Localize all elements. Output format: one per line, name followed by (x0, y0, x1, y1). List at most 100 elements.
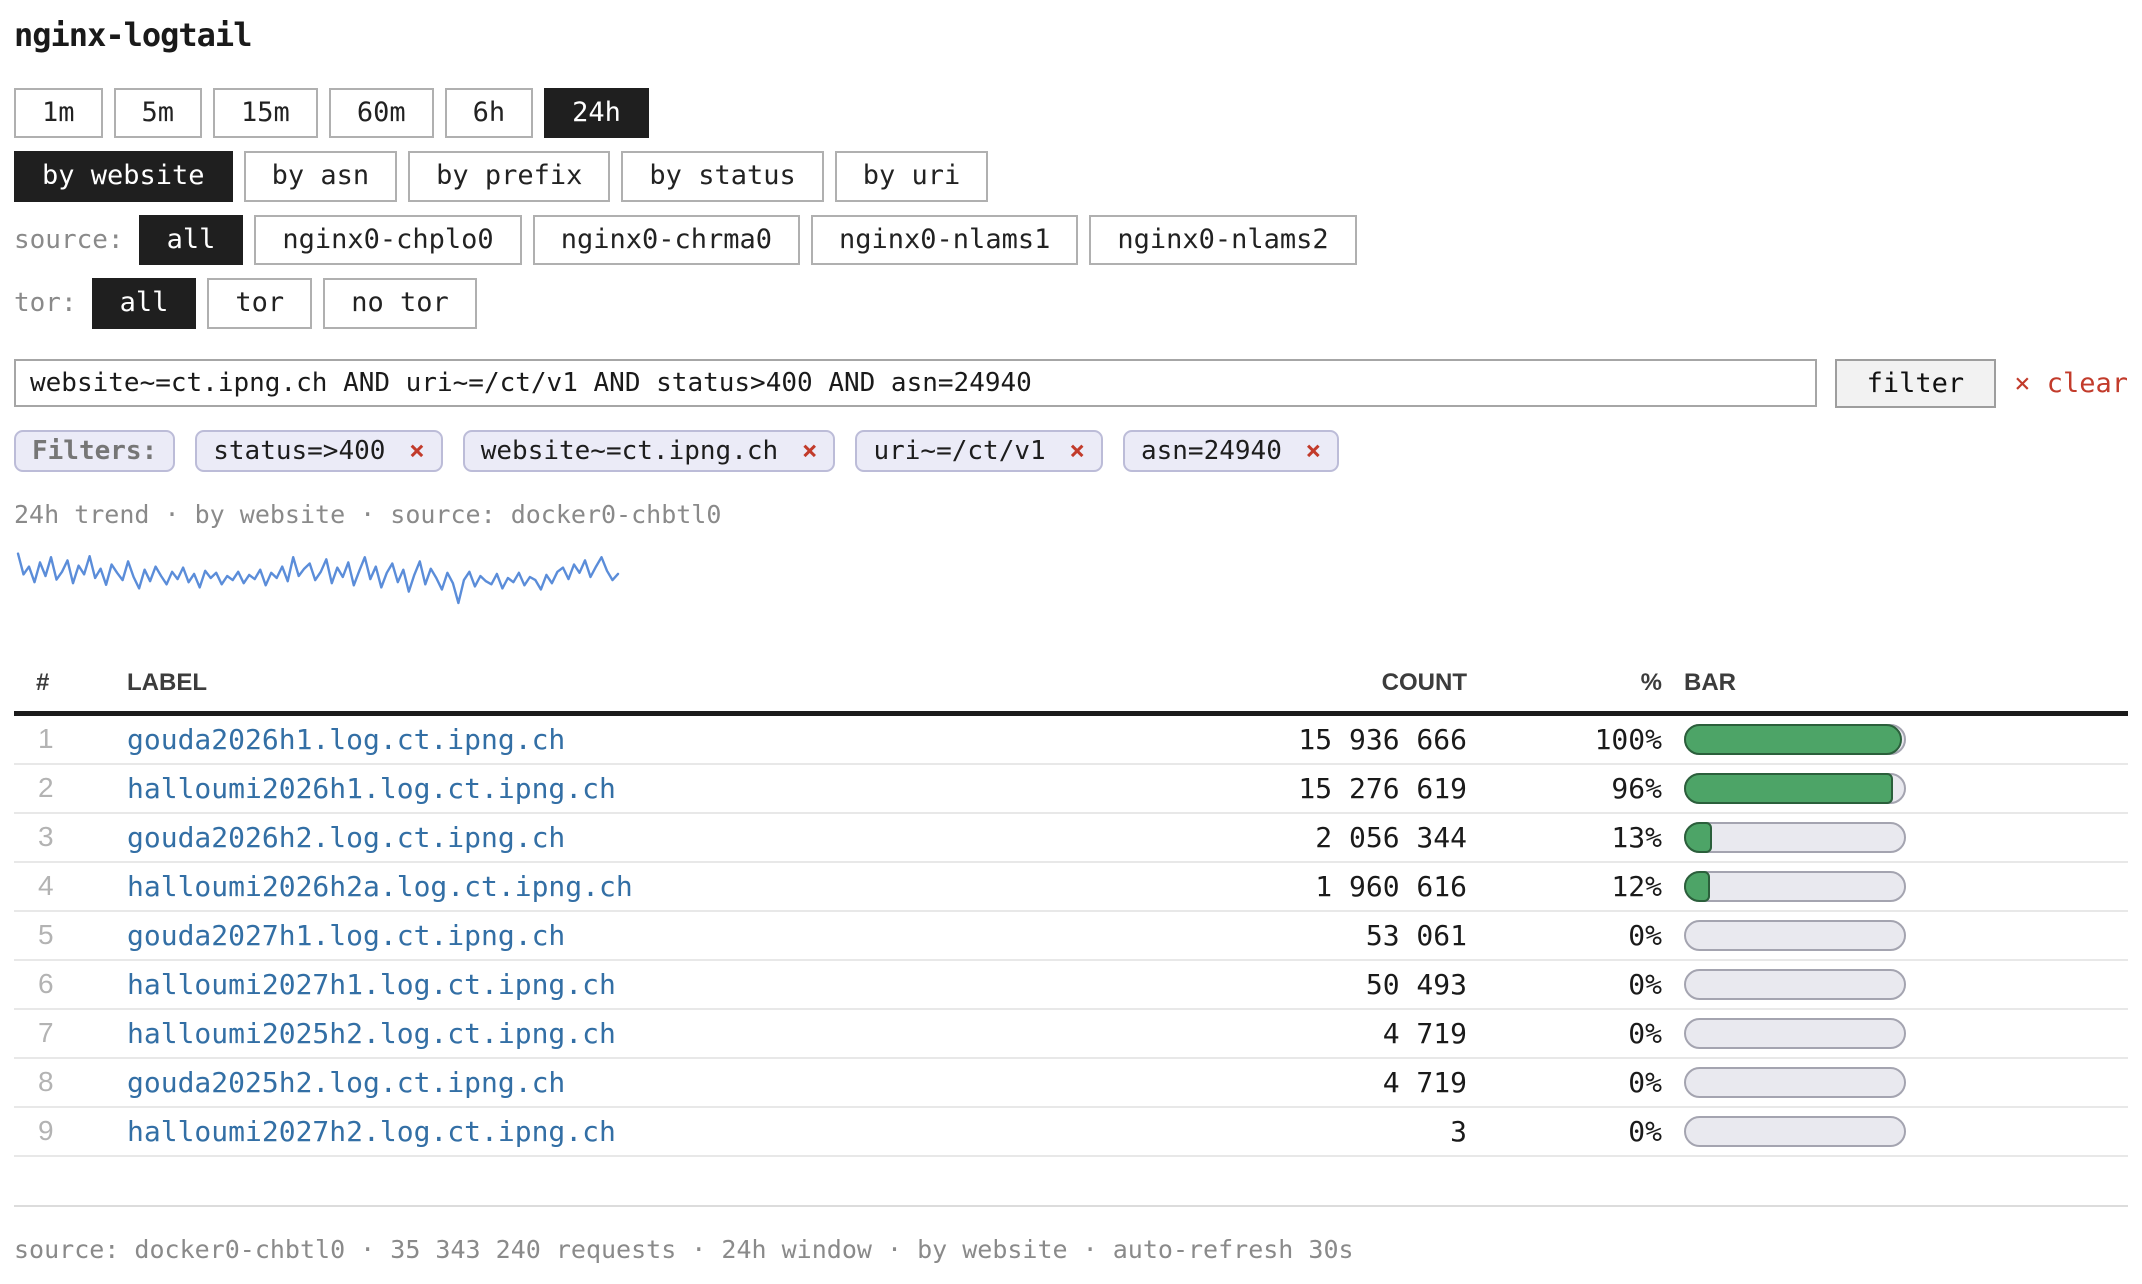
active-filters-row: Filters: status=>400 × website~=ct.ipng.c… (14, 430, 2128, 472)
remove-chip-icon[interactable]: × (1069, 436, 1085, 466)
row-percent: 0% (1467, 960, 1662, 1009)
col-header-label: LABEL (127, 659, 1137, 714)
row-percent: 12% (1467, 862, 1662, 911)
row-label-link[interactable]: halloumi2027h1.log.ct.ipng.ch (127, 968, 616, 1001)
col-header-count: COUNT (1137, 659, 1467, 714)
table-header-row: # LABEL COUNT % BAR (14, 659, 2128, 714)
status-footer: source: docker0-chbtl0 · 35 343 240 requ… (14, 1235, 2128, 1264)
source-all[interactable]: all (139, 215, 244, 265)
col-header-bar: BAR (1662, 659, 2128, 714)
time-range-15m[interactable]: 15m (213, 88, 318, 138)
row-rank: 1 (14, 713, 127, 764)
top-labels-table: # LABEL COUNT % BAR 1gouda2026h1.log.ct.… (14, 659, 2128, 1157)
table-row: 1gouda2026h1.log.ct.ipng.ch 15 936 666100… (14, 713, 2128, 764)
table-row: 3gouda2026h2.log.ct.ipng.ch 2 056 34413% (14, 813, 2128, 862)
tor-tor[interactable]: tor (207, 278, 312, 328)
tor-filter-group: tor: alltorno tor (14, 278, 2128, 328)
row-label-link[interactable]: gouda2026h2.log.ct.ipng.ch (127, 821, 565, 854)
col-header-pct: % (1467, 659, 1662, 714)
usage-bar (1684, 822, 1906, 853)
table-row: 7halloumi2025h2.log.ct.ipng.ch 4 7190% (14, 1009, 2128, 1058)
row-label-link[interactable]: halloumi2025h2.log.ct.ipng.ch (127, 1017, 616, 1050)
row-count: 15 936 666 (1137, 713, 1467, 764)
time-range-6h[interactable]: 6h (445, 88, 534, 138)
group-by-by-asn[interactable]: by asn (244, 151, 398, 201)
filter-bar: filter × clear (14, 359, 2128, 408)
page-title: nginx-logtail (14, 16, 2128, 54)
row-count: 4 719 (1137, 1058, 1467, 1107)
usage-bar-fill (1684, 871, 1710, 902)
row-rank: 9 (14, 1107, 127, 1156)
source-nginx0-nlams2[interactable]: nginx0-nlams2 (1089, 215, 1356, 265)
row-count: 50 493 (1137, 960, 1467, 1009)
remove-chip-icon[interactable]: × (409, 436, 425, 466)
clear-filter-link[interactable]: × clear (2014, 359, 2128, 408)
usage-bar-fill (1684, 773, 1893, 804)
trend-caption: 24h trend · by website · source: docker0… (14, 500, 2128, 529)
row-label-link[interactable]: halloumi2026h1.log.ct.ipng.ch (127, 772, 616, 805)
nginx-logtail-app: nginx-logtail 1m5m15m60m6h24h by website… (0, 0, 2142, 1284)
row-rank: 3 (14, 813, 127, 862)
row-count: 3 (1137, 1107, 1467, 1156)
row-rank: 8 (14, 1058, 127, 1107)
group-by-by-status[interactable]: by status (621, 151, 823, 201)
usage-bar-fill (1684, 724, 1902, 755)
usage-bar (1684, 1116, 1906, 1147)
table-row: 8gouda2025h2.log.ct.ipng.ch 4 7190% (14, 1058, 2128, 1107)
row-count: 53 061 (1137, 911, 1467, 960)
time-range-60m[interactable]: 60m (329, 88, 434, 138)
time-range-group: 1m5m15m60m6h24h (14, 88, 2128, 138)
filter-chip-uri-ct-v1: uri~=/ct/v1 × (855, 430, 1103, 472)
row-percent: 0% (1467, 1058, 1662, 1107)
row-percent: 100% (1467, 713, 1662, 764)
tor-all[interactable]: all (92, 278, 197, 328)
table-row: 6halloumi2027h1.log.ct.ipng.ch50 4930% (14, 960, 2128, 1009)
table-row: 9halloumi2027h2.log.ct.ipng.ch 30% (14, 1107, 2128, 1156)
row-label-link[interactable]: gouda2027h1.log.ct.ipng.ch (127, 919, 565, 952)
filter-chip-asn-24940: asn=24940 × (1123, 430, 1339, 472)
group-by-by-prefix[interactable]: by prefix (408, 151, 610, 201)
filter-chip-status-400: status=>400 × (195, 430, 443, 472)
tor-no-tor[interactable]: no tor (323, 278, 477, 328)
filter-button[interactable]: filter (1835, 359, 1997, 408)
usage-bar (1684, 871, 1906, 902)
filter-chip-website-ct-ipng-ch: website~=ct.ipng.ch × (463, 430, 836, 472)
row-percent: 0% (1467, 1107, 1662, 1156)
trend-sparkline (14, 541, 622, 611)
row-rank: 7 (14, 1009, 127, 1058)
usage-bar (1684, 724, 1906, 755)
source-nginx0-chplo0[interactable]: nginx0-chplo0 (254, 215, 521, 265)
row-rank: 5 (14, 911, 127, 960)
remove-chip-icon[interactable]: × (802, 436, 818, 466)
source-nginx0-chrma0[interactable]: nginx0-chrma0 (533, 215, 800, 265)
row-percent: 0% (1467, 1009, 1662, 1058)
row-percent: 13% (1467, 813, 1662, 862)
usage-bar (1684, 773, 1906, 804)
footer-divider (14, 1205, 2128, 1207)
filter-query-input[interactable] (14, 359, 1817, 407)
usage-bar (1684, 1067, 1906, 1098)
row-count: 15 276 619 (1137, 764, 1467, 813)
time-range-24h[interactable]: 24h (544, 88, 649, 138)
row-percent: 0% (1467, 911, 1662, 960)
row-count: 2 056 344 (1137, 813, 1467, 862)
row-label-link[interactable]: halloumi2026h2a.log.ct.ipng.ch (127, 870, 633, 903)
time-range-5m[interactable]: 5m (114, 88, 203, 138)
row-label-link[interactable]: halloumi2027h2.log.ct.ipng.ch (127, 1115, 616, 1148)
usage-bar (1684, 969, 1906, 1000)
table-row: 5gouda2027h1.log.ct.ipng.ch 53 0610% (14, 911, 2128, 960)
row-percent: 96% (1467, 764, 1662, 813)
usage-bar-fill (1684, 822, 1712, 853)
row-count: 4 719 (1137, 1009, 1467, 1058)
row-label-link[interactable]: gouda2026h1.log.ct.ipng.ch (127, 723, 565, 756)
row-label-link[interactable]: gouda2025h2.log.ct.ipng.ch (127, 1066, 565, 1099)
filters-label-chip: Filters: (14, 430, 175, 472)
remove-chip-icon[interactable]: × (1306, 436, 1322, 466)
group-by-by-website[interactable]: by website (14, 151, 233, 201)
time-range-1m[interactable]: 1m (14, 88, 103, 138)
row-rank: 4 (14, 862, 127, 911)
source-label: source: (14, 225, 124, 255)
group-by-group: by websiteby asnby prefixby statusby uri (14, 151, 2128, 201)
group-by-by-uri[interactable]: by uri (835, 151, 989, 201)
source-nginx0-nlams1[interactable]: nginx0-nlams1 (811, 215, 1078, 265)
